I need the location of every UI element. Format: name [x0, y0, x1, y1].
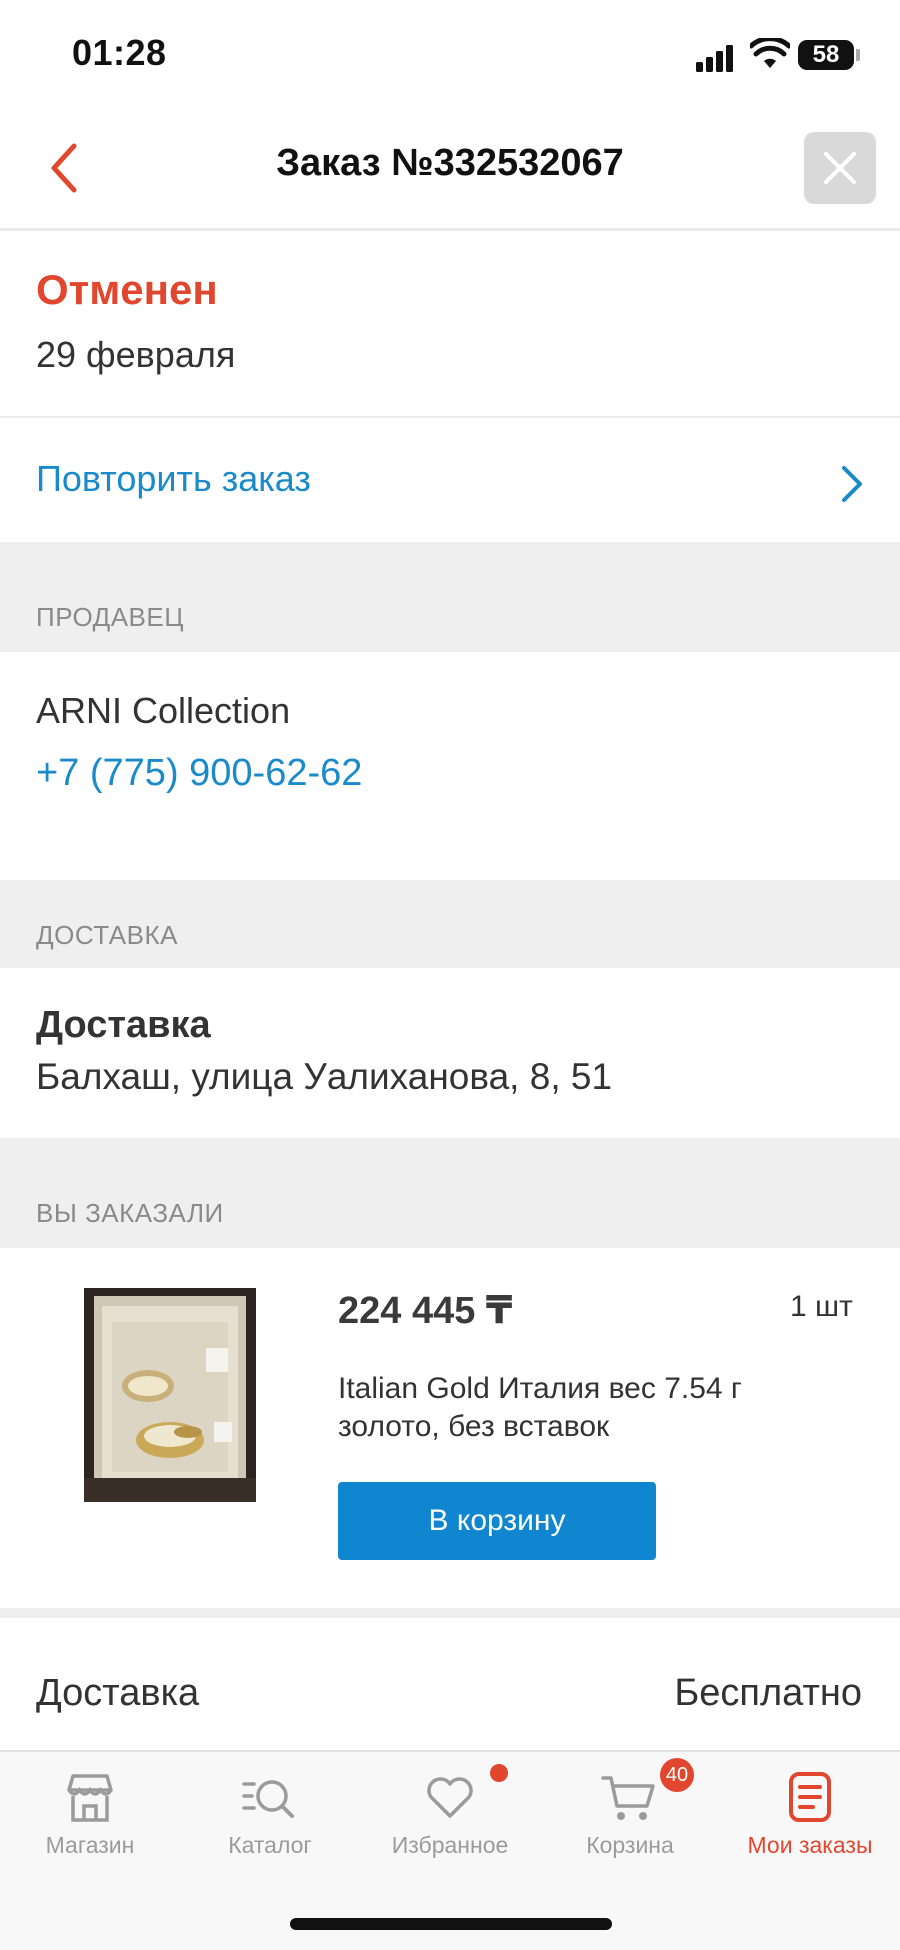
item-quantity: 1 шт [790, 1290, 853, 1323]
repeat-order-link[interactable]: Повторить заказ [36, 458, 311, 500]
delivery-address: Балхаш, улица Уалиханова, 8, 51 [36, 1056, 613, 1097]
tab-label-shop: Магазин [45, 1832, 135, 1858]
cart-count-badge: 40 [660, 1758, 694, 1792]
seller-name: ARNI Collection [36, 690, 291, 731]
tab-label-cart: Корзина [586, 1832, 674, 1858]
favorites-notification-dot [490, 1764, 508, 1782]
catalog-search-icon [242, 1780, 294, 1818]
wifi-icon [750, 38, 790, 68]
summary-delivery-label: Доставка [36, 1672, 200, 1714]
tab-shop[interactable]: Магазин [0, 1764, 180, 1874]
home-indicator [290, 1918, 612, 1930]
section-label-items: ВЫ ЗАКАЗАЛИ [36, 1198, 224, 1228]
heart-icon [427, 1777, 473, 1818]
cellular-signal-icon [696, 45, 733, 72]
section-header-seller [0, 542, 900, 652]
tab-label-favorites: Избранное [391, 1832, 509, 1858]
tab-favorites[interactable]: Избранное [360, 1764, 540, 1874]
tab-label-catalog: Каталог [228, 1832, 312, 1858]
item-price: 224 445 ₸ [338, 1290, 513, 1332]
close-icon [824, 152, 856, 184]
battery-cap [856, 49, 860, 61]
order-status: Отменен [36, 266, 218, 313]
section-header-items [0, 1138, 900, 1248]
shop-icon [67, 1774, 113, 1822]
product-photo-rings [84, 1288, 256, 1502]
order-date: 29 февраля [36, 334, 236, 375]
orders-icon [789, 1772, 831, 1822]
summary-delivery-value: Бесплатно [674, 1672, 862, 1714]
battery-indicator: 58 [798, 40, 854, 70]
tab-my-orders[interactable]: Мои заказы [720, 1764, 900, 1874]
add-to-cart-button[interactable]: В корзину [338, 1482, 656, 1560]
tab-catalog[interactable]: Каталог [180, 1764, 360, 1874]
page-title: Заказ №332532067 [276, 142, 624, 184]
delivery-method: Доставка [36, 1004, 211, 1046]
divider [0, 1608, 900, 1618]
section-label-seller: ПРОДАВЕЦ [36, 602, 184, 632]
tab-label-my-orders: Мои заказы [747, 1832, 873, 1858]
close-button[interactable] [804, 132, 876, 204]
product-image[interactable] [84, 1288, 256, 1502]
section-label-delivery: ДОСТАВКА [36, 920, 178, 950]
item-description[interactable]: Italian Gold Италия вес 7.54 г золото, б… [338, 1370, 818, 1446]
chevron-right-icon[interactable] [838, 462, 866, 506]
status-time: 01:28 [72, 32, 167, 73]
cart-icon [601, 1776, 655, 1820]
seller-phone-link[interactable]: +7 (775) 900-62-62 [36, 752, 362, 795]
